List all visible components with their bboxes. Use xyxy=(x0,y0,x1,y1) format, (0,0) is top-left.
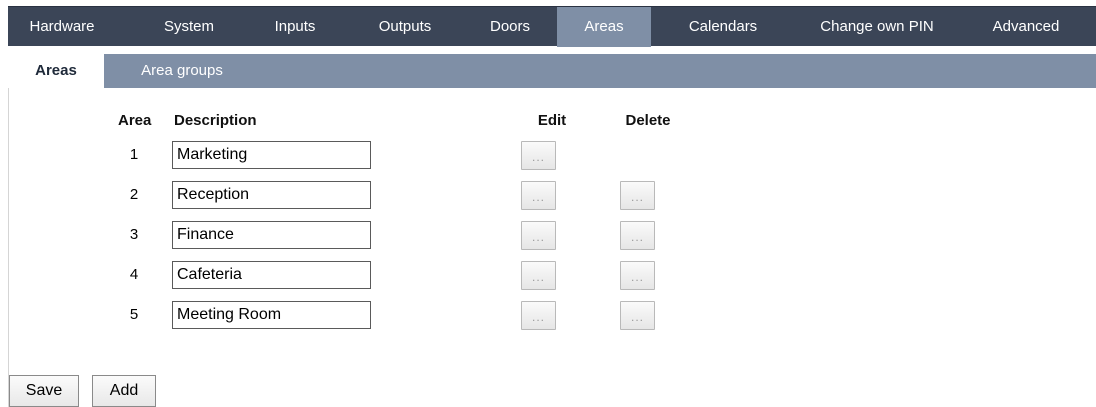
area-number: 5 xyxy=(129,306,139,323)
edit-button[interactable]: ... xyxy=(521,181,556,210)
area-number: 1 xyxy=(129,146,139,163)
header-description: Description xyxy=(174,112,257,129)
edit-button[interactable]: ... xyxy=(521,141,556,170)
header-edit: Edit xyxy=(537,112,567,129)
edit-button[interactable]: ... xyxy=(521,221,556,250)
sub-nav: Areas Area groups xyxy=(8,54,1096,88)
delete-button[interactable]: ... xyxy=(620,301,655,330)
delete-button[interactable]: ... xyxy=(620,221,655,250)
area-number: 2 xyxy=(129,186,139,203)
header-delete: Delete xyxy=(625,112,671,129)
delete-button[interactable]: ... xyxy=(620,261,655,290)
save-button[interactable]: Save xyxy=(9,375,79,407)
subtab-area-groups[interactable]: Area groups xyxy=(126,54,238,88)
header-area: Area xyxy=(118,112,152,129)
tab-outputs[interactable]: Outputs xyxy=(356,7,454,47)
edit-button[interactable]: ... xyxy=(521,301,556,330)
area-number: 3 xyxy=(129,226,139,243)
description-input[interactable] xyxy=(172,221,371,249)
tab-calendars[interactable]: Calendars xyxy=(668,7,778,47)
tab-advanced[interactable]: Advanced xyxy=(974,7,1078,47)
content-border xyxy=(8,88,9,407)
description-input[interactable] xyxy=(172,141,371,169)
edit-button[interactable]: ... xyxy=(521,261,556,290)
tab-doors[interactable]: Doors xyxy=(470,7,550,47)
description-input[interactable] xyxy=(172,181,371,209)
description-input[interactable] xyxy=(172,261,371,289)
area-number: 4 xyxy=(129,266,139,283)
description-input[interactable] xyxy=(172,301,371,329)
add-button[interactable]: Add xyxy=(92,375,156,407)
tab-system[interactable]: System xyxy=(143,7,235,47)
delete-button[interactable]: ... xyxy=(620,181,655,210)
main-nav: Hardware System Inputs Outputs Doors Are… xyxy=(8,6,1096,47)
tab-inputs[interactable]: Inputs xyxy=(255,7,335,47)
tab-change-own-pin[interactable]: Change own PIN xyxy=(802,7,952,47)
subtab-areas[interactable]: Areas xyxy=(8,54,104,88)
tab-hardware[interactable]: Hardware xyxy=(8,7,116,47)
tab-areas[interactable]: Areas xyxy=(557,7,651,47)
